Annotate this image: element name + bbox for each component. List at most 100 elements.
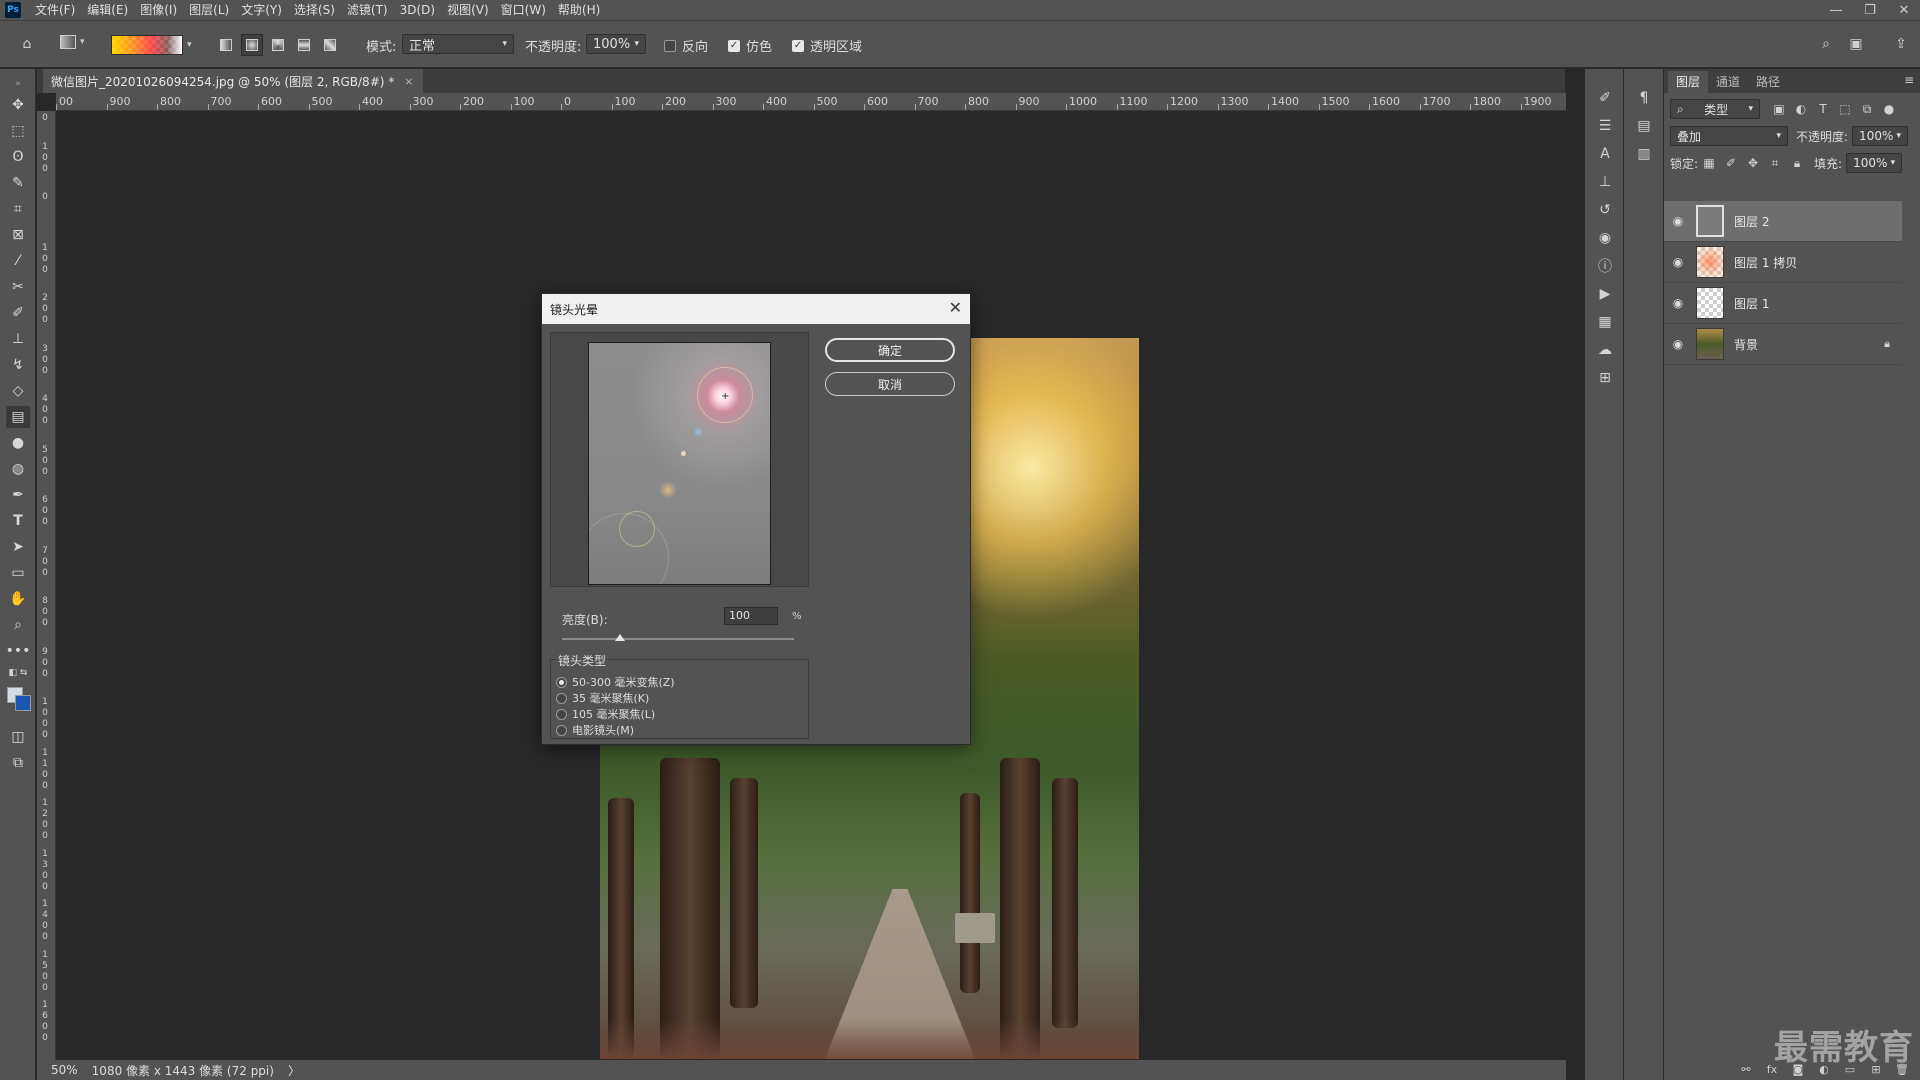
link-layers-icon[interactable]: ⚯ — [1736, 1060, 1756, 1078]
mode-select[interactable]: 正常 ▾ — [402, 34, 514, 54]
lock-artboard-icon[interactable]: ⌗ — [1764, 153, 1786, 173]
home-icon[interactable]: ⌂ — [16, 33, 38, 55]
menu-help[interactable]: 帮助(H) — [552, 0, 606, 20]
shape-filter-icon[interactable]: ⬚ — [1834, 99, 1856, 119]
gradient-picker[interactable]: ▾ — [111, 35, 192, 55]
menu-filter[interactable]: 滤镜(T) — [341, 0, 394, 20]
rectangle-tool-icon[interactable]: ▭ — [6, 562, 30, 584]
share-icon[interactable]: ⇪ — [1890, 33, 1912, 55]
table-icon[interactable]: ⊞ — [1594, 367, 1616, 389]
zoom-tool-icon[interactable]: ⌕ — [6, 614, 30, 636]
document-tab[interactable]: 微信图片_20201026094254.jpg @ 50% (图层 2, RGB… — [43, 69, 424, 93]
background-color-swatch[interactable] — [15, 695, 31, 711]
tab-channels[interactable]: 通道 — [1708, 71, 1748, 93]
transparency-checkbox[interactable]: ✓ 透明区域 — [792, 36, 862, 55]
actions-icon[interactable]: ▶ — [1594, 283, 1616, 305]
swatches-icon[interactable]: ▦ — [1594, 311, 1616, 333]
brightness-input[interactable]: 100 — [724, 607, 778, 625]
gradient-preview[interactable] — [111, 35, 183, 55]
layer-name[interactable]: 图层 1 拷贝 — [1734, 254, 1797, 271]
transparency-check-box[interactable]: ✓ — [792, 39, 804, 52]
chevron-down-icon[interactable]: ▾ — [187, 40, 192, 50]
panel-menu-icon[interactable]: ≡ — [1904, 73, 1914, 87]
layer-row[interactable]: ◉ 图层 2 — [1664, 201, 1902, 242]
filter-toggle-icon[interactable]: ● — [1878, 99, 1900, 119]
menu-image[interactable]: 图像(I) — [134, 0, 183, 20]
linear-gradient-button[interactable] — [215, 34, 237, 56]
clone-source-icon[interactable]: ⊥ — [1594, 171, 1616, 193]
paragraph-icon[interactable]: ¶ — [1633, 87, 1655, 109]
menu-window[interactable]: 窗口(W) — [495, 0, 552, 20]
brightness-slider[interactable] — [562, 638, 794, 640]
menu-edit[interactable]: 编辑(E) — [81, 0, 134, 20]
dither-checkbox[interactable]: ✓ 仿色 — [728, 36, 772, 55]
lock-transparent-icon[interactable]: ▦ — [1698, 153, 1720, 173]
close-icon[interactable]: ✕ — [949, 300, 962, 316]
menu-select[interactable]: 选择(S) — [288, 0, 341, 20]
lens-option-105[interactable]: 105 毫米聚焦(L) — [556, 706, 655, 722]
layer-name[interactable]: 背景 — [1734, 336, 1758, 353]
layer-name[interactable]: 图层 2 — [1734, 213, 1769, 230]
path-select-tool-icon[interactable]: ➤ — [6, 536, 30, 558]
reflected-gradient-button[interactable] — [293, 34, 315, 56]
brush-settings-icon[interactable]: ✐ — [1594, 87, 1616, 109]
layer-name[interactable]: 图层 1 — [1734, 295, 1769, 312]
search-icon[interactable]: ⌕ — [1815, 33, 1837, 55]
lens-option-35[interactable]: 35 毫米聚焦(K) — [556, 690, 649, 706]
brightness-slider-thumb[interactable] — [615, 634, 625, 641]
reverse-checkbox[interactable]: 反向 — [664, 36, 708, 55]
radio-button[interactable] — [556, 692, 567, 704]
notes-icon[interactable]: ▥ — [1633, 143, 1655, 165]
smart-object-filter-icon[interactable]: ⧉ — [1856, 99, 1878, 119]
cancel-button[interactable]: 取消 — [825, 372, 955, 396]
menu-view[interactable]: 视图(V) — [441, 0, 495, 20]
screen-mode-icon[interactable]: ⧉ — [6, 752, 30, 774]
lens-option-movie[interactable]: 电影镜头(M) — [556, 722, 634, 738]
libraries-icon[interactable]: ▤ — [1633, 115, 1655, 137]
3d-icon[interactable]: ☁ — [1594, 339, 1616, 361]
adjustment-filter-icon[interactable]: ◐ — [1790, 99, 1812, 119]
radial-gradient-button[interactable] — [241, 34, 263, 56]
layer-row[interactable]: ◉ 图层 1 拷贝 — [1664, 242, 1902, 283]
angle-gradient-button[interactable] — [267, 34, 289, 56]
layer-row[interactable]: ◉ 背景 🔒︎ — [1664, 324, 1902, 365]
history-brush-tool-icon[interactable]: ↯ — [6, 354, 30, 376]
hand-tool-icon[interactable]: ✋ — [6, 588, 30, 610]
eye-icon[interactable]: ◉ — [1664, 214, 1692, 228]
tool-preset-picker[interactable]: ▾ — [60, 35, 85, 49]
lens-option-50-300[interactable]: 50-300 毫米变焦(Z) — [556, 674, 675, 690]
more-tools-icon[interactable]: ••• — [6, 640, 31, 662]
blur-tool-icon[interactable]: ● — [6, 432, 30, 454]
diamond-gradient-button[interactable] — [319, 34, 341, 56]
default-colors-icon[interactable]: ◧ ⇆ — [6, 666, 30, 680]
layer-row[interactable]: ◉ 图层 1 — [1664, 283, 1902, 324]
move-tool-icon[interactable]: ✥ — [6, 94, 30, 116]
type-filter-icon[interactable]: T — [1812, 99, 1834, 119]
eraser-tool-icon[interactable]: ◇ — [6, 380, 30, 402]
fill-field[interactable]: 100% ▾ — [1846, 153, 1903, 173]
eyedropper-tool-icon[interactable]: ⁄ — [6, 250, 30, 272]
workspace-icon[interactable]: ▣ — [1845, 33, 1867, 55]
lock-position-icon[interactable]: ✥ — [1742, 153, 1764, 173]
color-icon[interactable]: ◉ — [1594, 227, 1616, 249]
radio-button[interactable] — [556, 676, 567, 688]
radio-button[interactable] — [556, 708, 567, 720]
close-window-button[interactable]: ✕ — [1894, 0, 1914, 20]
restore-button[interactable]: ❐ — [1860, 0, 1880, 20]
quick-mask-icon[interactable]: ◫ — [6, 726, 30, 748]
dialog-title-bar[interactable]: 镜头光晕 ✕ — [542, 294, 970, 324]
ok-button[interactable]: 确定 — [825, 338, 955, 362]
tab-paths[interactable]: 路径 — [1748, 71, 1788, 93]
opacity-field[interactable]: 100% ▾ — [586, 34, 646, 54]
layer-opacity-field[interactable]: 100% ▾ — [1852, 126, 1909, 146]
reverse-check-box[interactable] — [664, 39, 676, 52]
adjustments-icon[interactable]: ☰ — [1594, 115, 1616, 137]
history-icon[interactable]: ↺ — [1594, 199, 1616, 221]
type-tool-icon[interactable]: T — [6, 510, 30, 532]
collapse-toolbar-icon[interactable]: » — [6, 73, 30, 95]
info-icon[interactable]: ⓘ — [1594, 255, 1616, 277]
flare-center-crosshair[interactable]: + — [721, 392, 729, 402]
gradient-tool-icon[interactable]: ▤ — [6, 406, 30, 428]
canvas-area[interactable]: 镜头光晕 ✕ + 确定 取消 亮度(B): 100 % 镜头类型 50-300 … — [57, 112, 1566, 1060]
radio-button[interactable] — [556, 724, 567, 736]
